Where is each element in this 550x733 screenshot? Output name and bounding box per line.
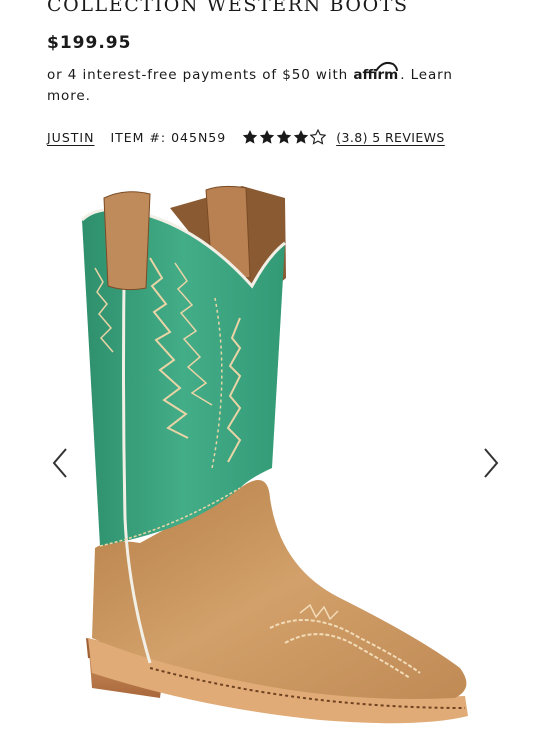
boot-product-image [80,185,468,724]
star-filled-icon [277,130,292,144]
affirm-logo: affirm [353,61,400,86]
financing-text: or 4 interest-free payments of $50 with [47,67,349,83]
star-outline-icon [310,129,327,145]
rating-stars[interactable] [242,129,327,145]
reviews-link[interactable]: (3.8) 5 REVIEWS [336,130,445,145]
financing-message: or 4 interest-free payments of $50 with … [47,61,487,107]
chevron-right-icon [484,448,499,478]
brand-link[interactable]: JUSTIN [47,130,94,145]
product-price: $199.95 [47,33,132,53]
chevron-left-icon [52,448,67,478]
star-filled-icon [243,130,258,144]
product-image-gallery[interactable] [0,168,550,733]
product-title: COLLECTION WESTERN BOOTS [47,0,409,16]
previous-image-button[interactable] [45,443,75,483]
star-filled-icon [294,130,309,144]
financing-suffix: . [400,67,406,83]
product-meta-row: JUSTIN ITEM #: 045N59 (3.8) 5 REVIEWS [47,127,445,147]
star-filled-icon [260,130,275,144]
affirm-logo-text: affirm [353,67,399,83]
item-number: ITEM #: 045N59 [110,129,227,145]
next-image-button[interactable] [476,443,506,483]
